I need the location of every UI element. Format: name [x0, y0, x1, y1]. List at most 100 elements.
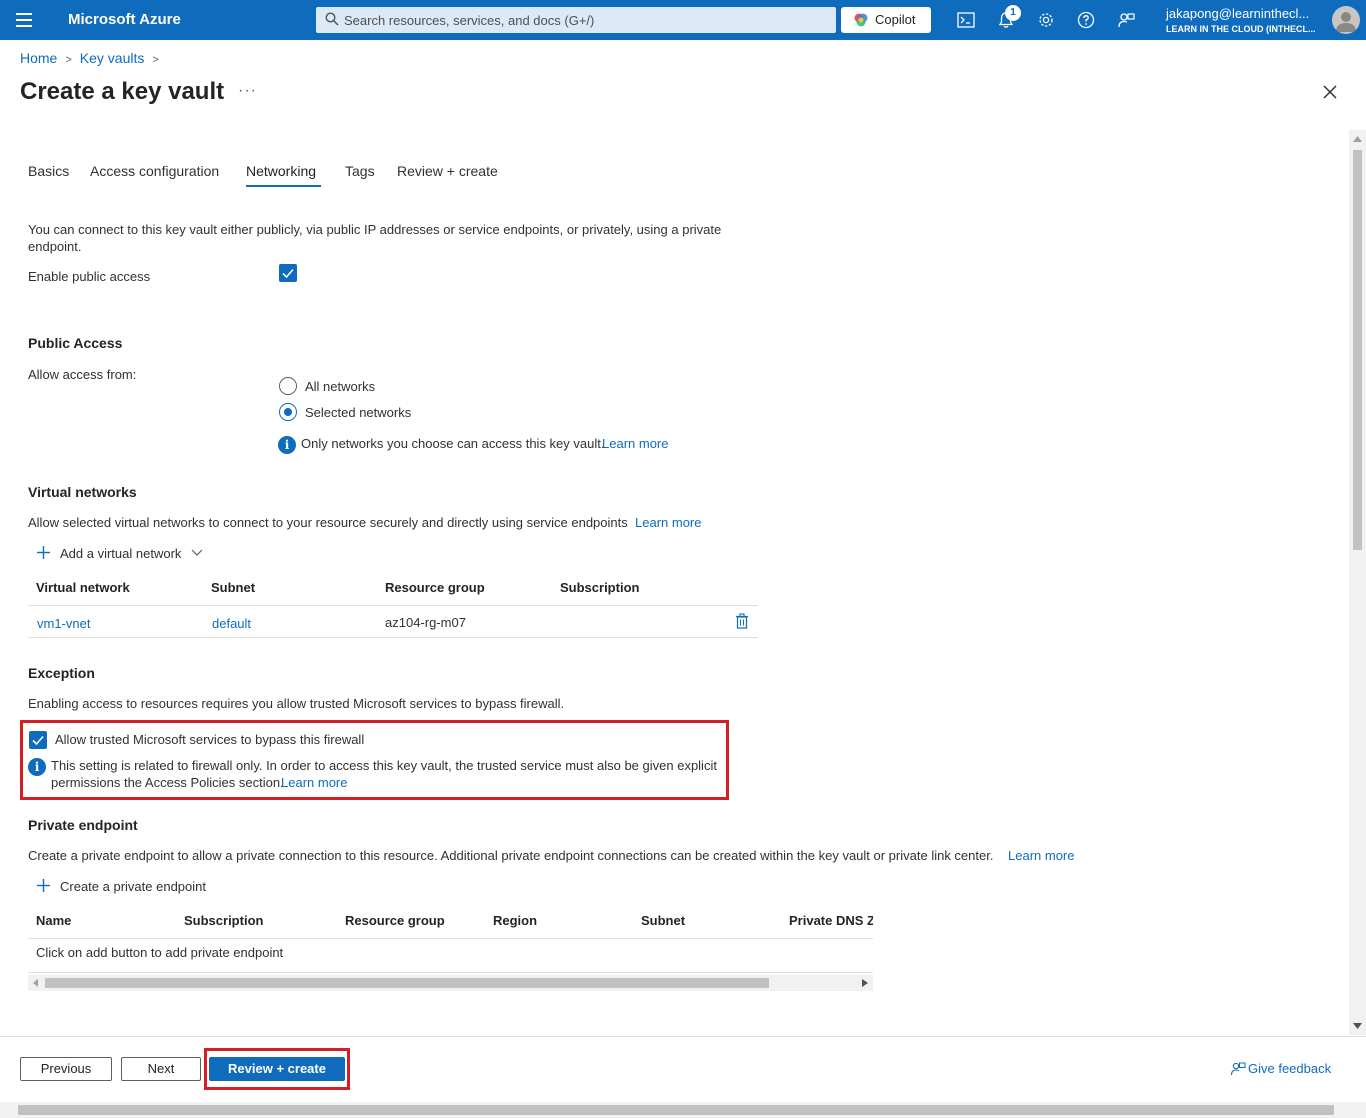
info-icon: i	[278, 436, 296, 454]
plus-icon	[37, 546, 50, 559]
radio-all-networks[interactable]	[279, 377, 297, 395]
exception-info-line2: permissions the Access Policies section.	[51, 775, 284, 790]
private-endpoint-empty-text: Click on add button to add private endpo…	[36, 945, 284, 960]
brand-title[interactable]: Microsoft Azure	[68, 11, 181, 28]
give-feedback-link[interactable]: Give feedback	[1230, 1060, 1340, 1078]
review-create-button[interactable]: Review + create	[209, 1057, 345, 1081]
vnet-col-subnet: Subnet	[211, 580, 256, 595]
breadcrumb: Home > Key vaults >	[20, 50, 167, 66]
feedback-person-icon	[1230, 1062, 1246, 1076]
add-virtual-network-button[interactable]: Add a virtual network	[36, 544, 216, 564]
more-options-icon[interactable]: ···	[238, 82, 257, 100]
scrollbar-thumb[interactable]	[18, 1105, 1334, 1115]
breadcrumb-chevron-icon: >	[65, 54, 72, 66]
pe-col-subscription: Subscription	[184, 913, 264, 928]
table-row: vm1-vnet default az104-rg-m07	[28, 606, 758, 637]
breadcrumb-home-link[interactable]: Home	[20, 50, 57, 66]
exception-description: Enabling access to resources requires yo…	[28, 696, 565, 711]
account-directory[interactable]: LEARN IN THE CLOUD (INTHECL...	[1166, 24, 1316, 34]
delete-trash-icon[interactable]	[735, 613, 749, 629]
top-bar: Microsoft Azure Copilot 1 jakapong@learn…	[0, 0, 1366, 40]
table-header-divider	[28, 938, 873, 939]
copilot-icon	[854, 13, 868, 27]
search-icon	[325, 12, 339, 26]
private-endpoint-heading: Private endpoint	[28, 817, 138, 833]
tab-access-configuration[interactable]: Access configuration	[90, 163, 219, 179]
account-name[interactable]: jakapong@learninthecl...	[1166, 6, 1309, 21]
vnet-col-resource-group: Resource group	[385, 580, 485, 595]
tab-review-create[interactable]: Review + create	[397, 163, 498, 179]
pe-col-resource-group: Resource group	[345, 913, 445, 928]
search-input[interactable]	[344, 10, 824, 30]
chevron-down-icon	[191, 549, 203, 556]
scroll-up-arrow-icon[interactable]	[1353, 136, 1362, 142]
active-tab-indicator	[246, 185, 321, 187]
breadcrumb-chevron-icon: >	[152, 54, 159, 66]
notification-badge: 1	[1005, 5, 1021, 21]
page-title: Create a key vault	[20, 78, 225, 105]
hamburger-menu-icon[interactable]	[16, 13, 32, 27]
scrollbar-thumb[interactable]	[45, 978, 769, 988]
previous-button[interactable]: Previous	[20, 1057, 112, 1081]
enable-public-access-label: Enable public access	[28, 269, 151, 284]
networking-intro-line1: You can connect to this key vault either…	[28, 222, 722, 237]
table-row-divider	[28, 637, 758, 638]
virtual-networks-heading: Virtual networks	[28, 484, 137, 500]
scroll-left-arrow-icon[interactable]	[33, 979, 39, 987]
networking-intro-line2: endpoint.	[28, 239, 82, 254]
add-virtual-network-label: Add a virtual network	[60, 546, 182, 561]
browser-horizontal-scrollbar[interactable]	[0, 1102, 1366, 1118]
virtual-networks-learn-more-link[interactable]: Learn more	[635, 515, 701, 530]
public-access-info-text: Only networks you choose can access this…	[301, 436, 605, 451]
global-search[interactable]	[316, 7, 836, 33]
allow-trusted-services-label[interactable]: Allow trusted Microsoft services to bypa…	[55, 732, 364, 747]
give-feedback-label: Give feedback	[1248, 1061, 1332, 1076]
checkmark-icon	[282, 268, 294, 279]
private-endpoint-learn-more-link[interactable]: Learn more	[1008, 848, 1074, 863]
breadcrumb-key-vaults-link[interactable]: Key vaults	[80, 50, 145, 66]
copilot-button[interactable]: Copilot	[841, 7, 931, 33]
exception-learn-more-link[interactable]: Learn more	[281, 775, 347, 790]
tab-tags[interactable]: Tags	[345, 163, 375, 179]
page-vertical-scrollbar[interactable]	[1349, 130, 1366, 1035]
vnet-resource-group: az104-rg-m07	[385, 615, 466, 630]
info-icon: i	[28, 758, 46, 776]
radio-all-networks-label[interactable]: All networks	[305, 379, 375, 394]
user-avatar-icon	[1336, 12, 1356, 32]
subnet-link[interactable]: default	[212, 616, 251, 631]
checkmark-icon	[32, 735, 44, 746]
pe-col-name: Name	[36, 913, 72, 928]
exception-heading: Exception	[28, 665, 95, 681]
enable-public-access-checkbox[interactable]	[279, 264, 297, 282]
vnet-name-link[interactable]: vm1-vnet	[37, 616, 90, 631]
help-icon[interactable]	[1076, 10, 1096, 30]
pe-col-private-dns-zone: Private DNS Zo	[789, 913, 873, 928]
create-private-endpoint-button[interactable]: Create a private endpoint	[36, 877, 216, 897]
radio-selected-networks[interactable]	[279, 403, 297, 421]
scroll-down-arrow-icon[interactable]	[1353, 1023, 1362, 1029]
tab-networking[interactable]: Networking	[246, 163, 316, 179]
exception-info-line1: This setting is related to firewall only…	[51, 758, 717, 773]
vnet-col-subscription: Subscription	[560, 580, 640, 595]
private-endpoint-table-header: Name Subscription Resource group Region …	[28, 905, 873, 935]
tab-basics[interactable]: Basics	[28, 163, 69, 179]
radio-selected-networks-label[interactable]: Selected networks	[305, 405, 411, 420]
scrollbar-thumb[interactable]	[1353, 150, 1362, 550]
footer-divider	[0, 1036, 1366, 1037]
public-access-heading: Public Access	[28, 335, 123, 351]
cloud-shell-icon[interactable]	[956, 10, 976, 30]
private-endpoint-description: Create a private endpoint to allow a pri…	[28, 848, 994, 863]
public-access-learn-more-link[interactable]: Learn more	[602, 436, 668, 451]
allow-trusted-services-checkbox[interactable]	[29, 731, 47, 749]
next-button[interactable]: Next	[121, 1057, 201, 1081]
settings-gear-icon[interactable]	[1036, 10, 1056, 30]
create-private-endpoint-label: Create a private endpoint	[60, 879, 206, 894]
pe-col-subnet: Subnet	[641, 913, 686, 928]
scroll-right-arrow-icon[interactable]	[862, 979, 868, 987]
close-icon[interactable]	[1320, 82, 1340, 102]
copilot-label: Copilot	[875, 12, 916, 27]
table-horizontal-scrollbar[interactable]	[28, 975, 873, 991]
feedback-icon[interactable]	[1116, 10, 1136, 30]
avatar[interactable]	[1332, 6, 1360, 34]
vnet-col-virtual-network: Virtual network	[36, 580, 130, 595]
